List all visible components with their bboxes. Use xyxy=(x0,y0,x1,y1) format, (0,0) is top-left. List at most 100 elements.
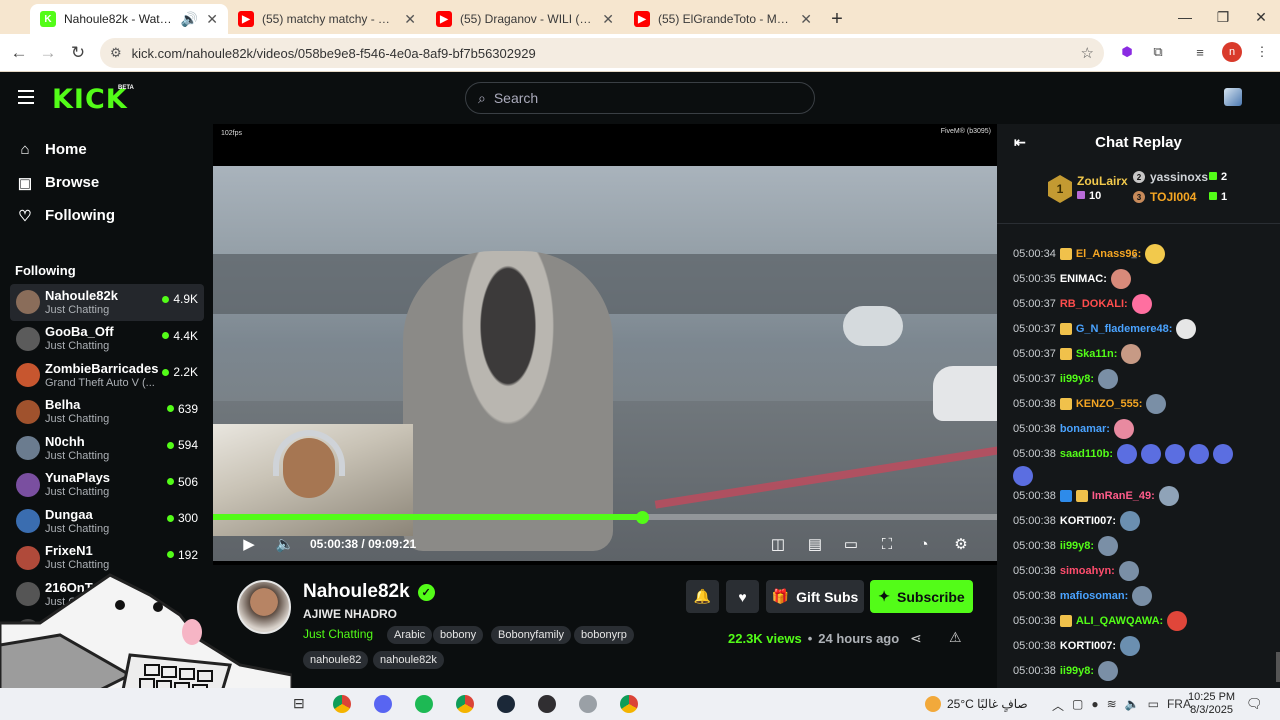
chrome-profile-icon[interactable] xyxy=(620,695,638,713)
back-icon[interactable]: ← xyxy=(4,43,34,63)
gifter-1-name[interactable]: ZouLairx xyxy=(1077,174,1128,188)
following-item[interactable]: N0chh Just Chatting 594 xyxy=(10,430,204,467)
browser-tab-0[interactable]: K Nahoule82k - Watch the VOD 🔊 ✕ xyxy=(30,4,228,34)
video-category[interactable]: Just Chatting xyxy=(303,627,373,641)
tag-chip[interactable]: bobonyrp xyxy=(574,626,634,644)
gifter-3-name[interactable]: TOJI004 xyxy=(1150,190,1196,204)
extensions-icon[interactable]: ⧉ xyxy=(1148,42,1168,62)
following-item[interactable]: FrixeN1 Just Chatting 192 xyxy=(10,540,204,577)
tray-expand-icon[interactable]: ︿ xyxy=(1052,697,1064,714)
message-username[interactable]: KORTI007: xyxy=(1060,640,1116,652)
playback-speed-icon[interactable]: ◔ xyxy=(913,533,935,555)
sidebar-nav-following[interactable]: ♡ Following xyxy=(0,199,213,232)
message-username[interactable]: ALI_QAWQAWA: xyxy=(1076,615,1163,627)
new-tab-button[interactable]: + xyxy=(822,4,852,34)
close-window-icon[interactable]: ✕ xyxy=(1242,0,1280,34)
forward-icon[interactable]: → xyxy=(33,43,63,63)
bookmark-star-icon[interactable]: ☆ xyxy=(1081,44,1094,62)
browser-tab-2[interactable]: ▶ (55) Draganov - WILI (Official M ✕ xyxy=(426,4,624,34)
following-item[interactable]: GooBa_Off Just Chatting 4.4K xyxy=(10,321,204,358)
tag-chip[interactable]: bobony xyxy=(433,626,484,644)
menu-icon[interactable] xyxy=(18,90,34,104)
pip-icon[interactable]: ◫ xyxy=(767,533,789,555)
omnibox[interactable]: ⚙ kick.com/nahoule82k/videos/058be9e8-f5… xyxy=(100,38,1104,68)
ublock-icon[interactable]: ⬢ xyxy=(1117,42,1137,62)
tag-chip[interactable]: nahoule82 xyxy=(303,651,369,669)
search-input[interactable]: ⌕ Search xyxy=(465,82,815,114)
tab-close-icon[interactable]: ✕ xyxy=(404,11,416,28)
reload-icon[interactable]: ↻ xyxy=(63,43,93,63)
tab-audio-icon[interactable]: 🔊 xyxy=(181,11,198,28)
following-item[interactable]: wa xyxy=(10,613,204,650)
message-username[interactable]: saad110b: xyxy=(1060,448,1113,460)
browser-tab-3[interactable]: ▶ (55) ElGrandeToto - MAGHRIBI ✕ xyxy=(624,4,822,34)
video-player[interactable]: 102fps FiveM® (b3095) ▶ 🔈 05:00:38 / 09:… xyxy=(213,124,997,565)
message-username[interactable]: KENZO_555: xyxy=(1076,398,1143,410)
tag-chip[interactable]: nahoule82k xyxy=(373,651,444,669)
gifter-2-name[interactable]: yassinoxs xyxy=(1150,170,1208,184)
more-menu-icon[interactable]: ⋮ xyxy=(1252,42,1272,62)
obs-icon[interactable] xyxy=(538,695,556,713)
discord-icon[interactable] xyxy=(374,695,392,713)
weather-widget[interactable]: 25°C صافٍ غالبًا xyxy=(925,696,1028,712)
sidebar-nav-browse[interactable]: ▣ Browse xyxy=(0,166,213,199)
report-icon[interactable]: ⚠ xyxy=(949,629,962,646)
tab-close-icon[interactable]: ✕ xyxy=(206,11,218,28)
message-username[interactable]: Ska11n: xyxy=(1076,348,1118,360)
fullscreen-icon[interactable]: ⛶ xyxy=(876,533,898,555)
message-username[interactable]: ImRanE_49: xyxy=(1092,490,1155,502)
volume-icon[interactable]: 🔈 xyxy=(274,533,296,555)
chrome-icon[interactable] xyxy=(333,695,351,713)
task-view-icon[interactable]: ⊟ xyxy=(293,695,305,712)
message-username[interactable]: ii99y8: xyxy=(1060,373,1094,385)
message-username[interactable]: G_N_flademere48: xyxy=(1076,323,1173,335)
gift-subs-button[interactable]: 🎁 Gift Subs xyxy=(766,580,864,613)
following-item[interactable]: ZombieBarricades Grand Theft Auto V (... 2… xyxy=(10,357,204,394)
channel-avatar[interactable] xyxy=(237,580,291,634)
chat-scrollbar[interactable] xyxy=(1276,652,1280,682)
minimize-icon[interactable]: — xyxy=(1166,0,1204,34)
tray-mic-icon[interactable]: ● xyxy=(1091,697,1098,714)
settings-gear-icon[interactable]: ⚙ xyxy=(950,533,972,555)
tag-chip[interactable]: Bobonyfamily xyxy=(491,626,572,644)
message-username[interactable]: mafiosoman: xyxy=(1060,590,1128,602)
following-item[interactable]: Nahoule82k Just Chatting 4.9K xyxy=(10,284,204,321)
message-username[interactable]: RB_DOKALI: xyxy=(1060,298,1128,310)
message-username[interactable]: ii99y8: xyxy=(1060,540,1094,552)
play-icon[interactable]: ▶ xyxy=(238,533,260,555)
chrome-active-icon[interactable] xyxy=(456,695,474,713)
following-item[interactable]: Dungaa Just Chatting 300 xyxy=(10,503,204,540)
kick-logo[interactable]: KICK xyxy=(52,84,128,115)
subscribe-button[interactable]: ✦ Subscribe xyxy=(870,580,973,613)
user-avatar[interactable] xyxy=(1224,88,1242,106)
message-username[interactable]: simoahyn: xyxy=(1060,565,1115,577)
message-username[interactable]: ii99y8: xyxy=(1060,665,1094,677)
sidebar-nav-home[interactable]: ⌂ Home xyxy=(0,133,213,166)
following-item[interactable]: YunaPlays Just Chatting 506 xyxy=(10,467,204,504)
message-username[interactable]: bonamar: xyxy=(1060,423,1110,435)
clock[interactable]: 10:25 PM 8/3/2025 xyxy=(1188,691,1235,717)
progress-bar[interactable] xyxy=(213,514,997,520)
profile-avatar[interactable]: n xyxy=(1222,42,1242,62)
browser-tab-1[interactable]: ▶ (55) matchy matchy - YouTube ✕ xyxy=(228,4,426,34)
media-control-icon[interactable]: ≡ xyxy=(1190,42,1210,62)
message-username[interactable]: ENIMAC: xyxy=(1060,273,1107,285)
steam-icon[interactable] xyxy=(497,695,515,713)
theater-mode-icon[interactable]: ▭ xyxy=(840,533,862,555)
tray-app-icon[interactable]: ▢ xyxy=(1072,697,1083,714)
notification-center-icon[interactable]: 🗨 xyxy=(1246,696,1263,712)
following-item[interactable]: 216OnTo Just Chatting xyxy=(10,576,204,613)
site-info-icon[interactable]: ⚙ xyxy=(110,45,122,61)
speaker-icon[interactable]: 🔈 xyxy=(1125,697,1140,714)
message-username[interactable]: El_Anass96: xyxy=(1076,248,1141,260)
clip-icon[interactable]: ▤ xyxy=(804,533,826,555)
message-username[interactable]: KORTI007: xyxy=(1060,515,1116,527)
collapse-chat-icon[interactable]: ⇤ xyxy=(1014,134,1026,151)
tag-chip[interactable]: Arabic xyxy=(387,626,433,644)
follow-heart-button[interactable]: ♥ xyxy=(726,580,759,613)
restore-icon[interactable]: ❐ xyxy=(1204,0,1242,34)
tab-close-icon[interactable]: ✕ xyxy=(602,11,614,28)
progress-handle[interactable] xyxy=(635,511,649,524)
notification-bell-button[interactable]: 🔔 xyxy=(686,580,719,613)
spotify-icon[interactable] xyxy=(415,695,433,713)
